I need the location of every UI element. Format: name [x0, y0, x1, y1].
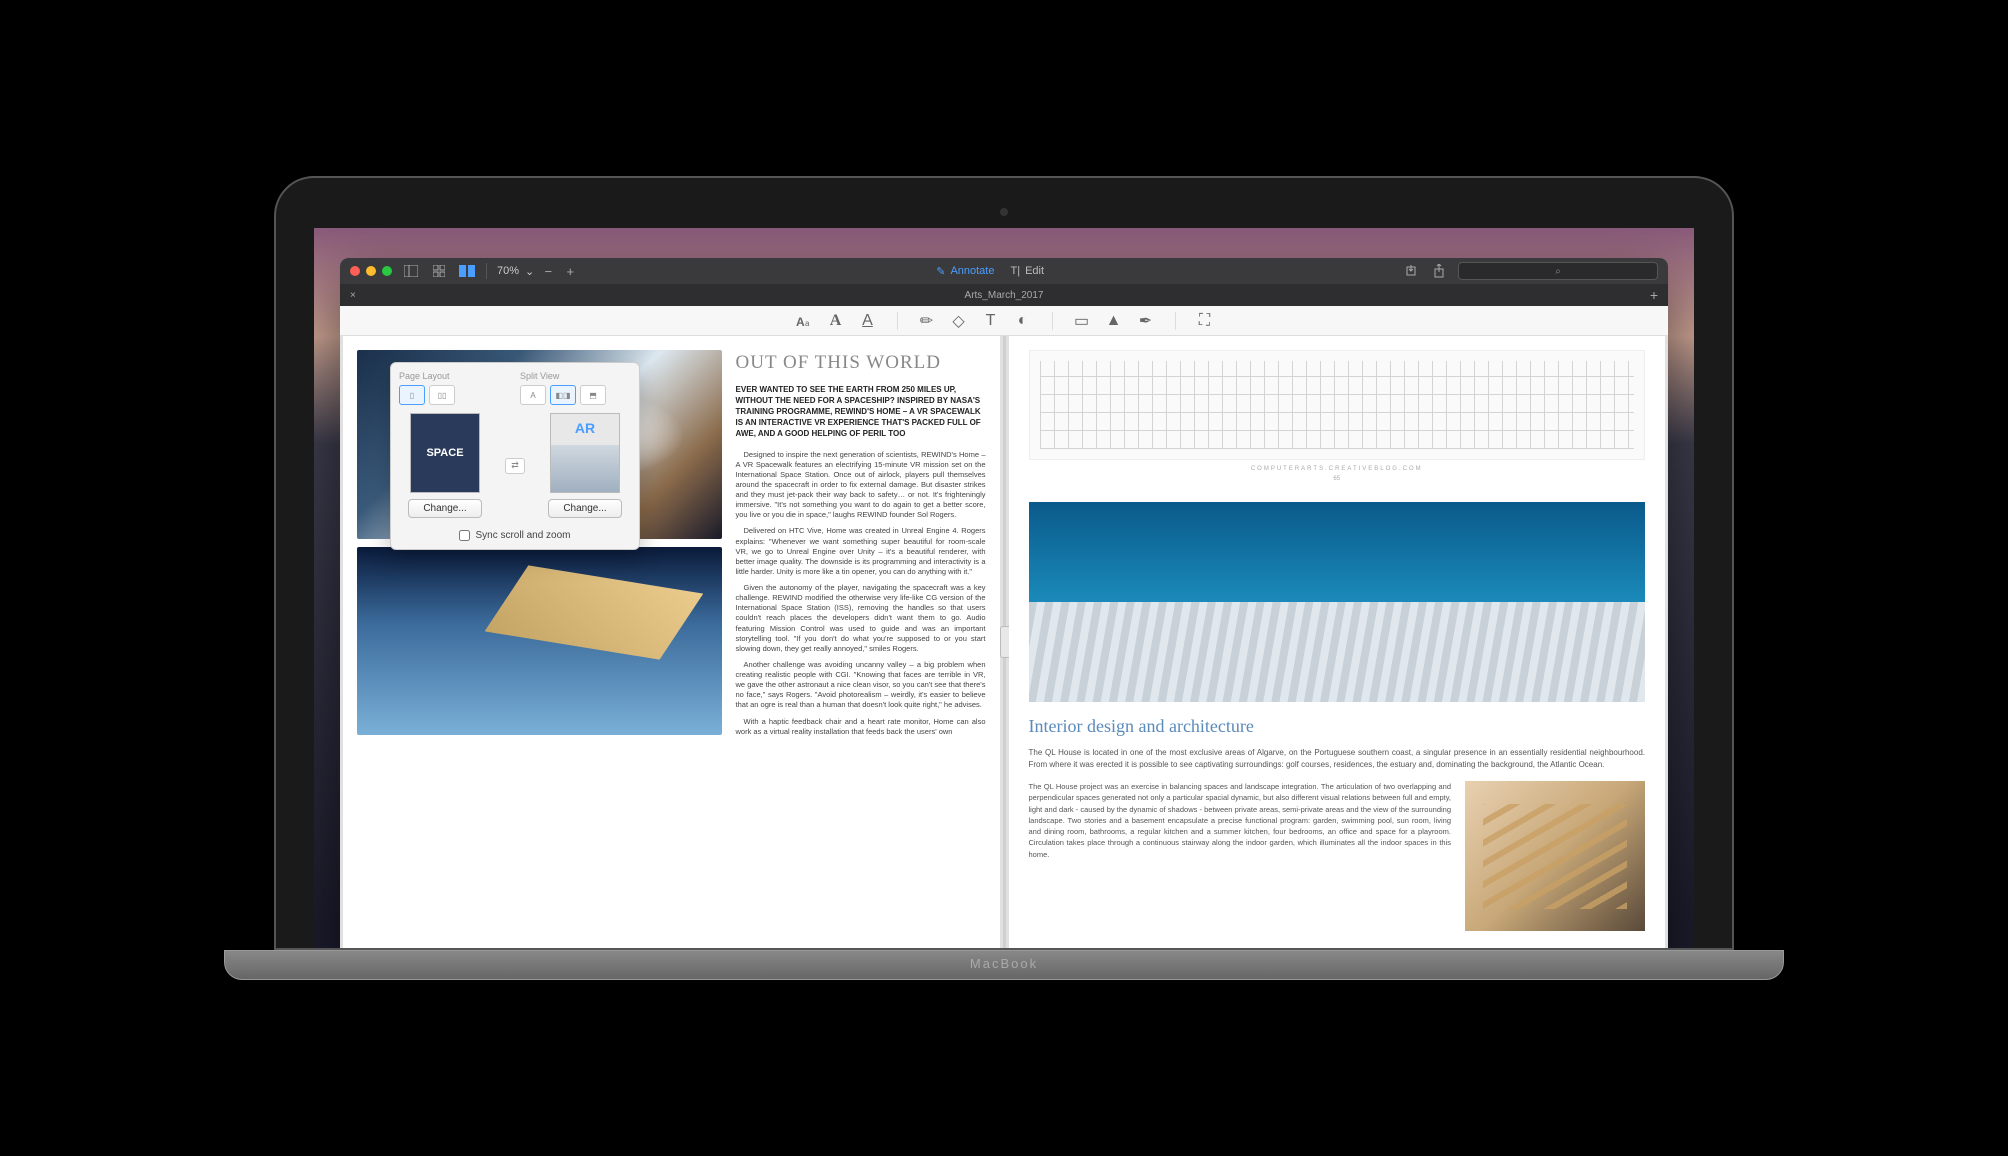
split-view-icon[interactable] — [458, 264, 476, 278]
sync-checkbox-input[interactable] — [459, 530, 470, 541]
text-tool-icon[interactable]: T — [982, 312, 1000, 330]
stamp-tool-icon[interactable]: ▲ — [1105, 312, 1123, 330]
close-window-button[interactable] — [350, 266, 360, 276]
article-lead: EVER WANTED TO SEE THE EARTH FROM 250 MI… — [736, 384, 986, 440]
double-page-layout-button[interactable]: ▯▯ — [429, 385, 455, 405]
article-body: Designed to inspire the next generation … — [736, 450, 986, 737]
grid-view-icon[interactable] — [430, 264, 448, 278]
font-underline-icon[interactable]: A — [859, 312, 877, 330]
desktop-wallpaper: 70% ⌄ − + ✎ Annotate T| Edit ⌕ × Arts_Ma… — [314, 228, 1694, 948]
screen-bezel: 70% ⌄ − + ✎ Annotate T| Edit ⌕ × Arts_Ma… — [274, 176, 1734, 950]
right-document-pane[interactable]: COMPUTERARTS.CREATIVEBLOG.COM 65 Interio… — [1009, 336, 1666, 948]
staircase-interior-image — [1465, 781, 1645, 931]
share-icon[interactable] — [1430, 264, 1448, 278]
svg-text:A: A — [796, 315, 805, 328]
separator — [1052, 312, 1053, 330]
font-serif-icon[interactable]: A — [827, 312, 845, 330]
laptop-frame: 70% ⌄ − + ✎ Annotate T| Edit ⌕ × Arts_Ma… — [274, 176, 1734, 980]
pencil-tool-icon[interactable]: ✏ — [918, 312, 936, 330]
separator — [897, 312, 898, 330]
change-left-doc-button[interactable]: Change... — [408, 499, 481, 518]
paragraph: Given the autonomy of the player, naviga… — [736, 583, 986, 654]
brush-tool-icon[interactable]: ✒ — [1137, 312, 1155, 330]
paragraph: Another challenge was avoiding uncanny v… — [736, 660, 986, 711]
split-view-popover: Page Layout ▯ ▯▯ Split View A ◧◨ ⬒ SPACE… — [390, 362, 640, 550]
selection-tool-icon[interactable]: ⛶ — [1196, 312, 1214, 330]
document-viewport: OUT OF THIS WORLD EVER WANTED TO SEE THE… — [340, 336, 1668, 948]
app-window: 70% ⌄ − + ✎ Annotate T| Edit ⌕ × Arts_Ma… — [340, 258, 1668, 948]
zoom-dropdown-icon[interactable]: ⌄ — [525, 265, 534, 278]
right-doc-thumbnail[interactable]: AR — [550, 413, 620, 493]
minimize-window-button[interactable] — [366, 266, 376, 276]
tab-bar: × Arts_March_2017 + — [340, 284, 1668, 306]
eraser-tool-icon[interactable]: ◇ — [950, 312, 968, 330]
separator — [1175, 312, 1176, 330]
article-intro: The QL House is located in one of the mo… — [1029, 747, 1646, 771]
architecture-hero-image — [1029, 502, 1646, 702]
search-input[interactable]: ⌕ — [1458, 262, 1658, 280]
note-tool-icon[interactable]: ▭ — [1073, 312, 1091, 330]
change-right-doc-button[interactable]: Change... — [548, 499, 621, 518]
split-vertical-button[interactable]: ⬒ — [580, 385, 606, 405]
svg-text:a: a — [805, 319, 810, 328]
close-tab-button[interactable]: × — [340, 290, 366, 301]
separator — [486, 263, 487, 279]
new-tab-button[interactable]: + — [1640, 287, 1668, 303]
edit-label: Edit — [1025, 265, 1044, 277]
article-column: The QL House project was an exercise in … — [1029, 781, 1452, 931]
single-page-layout-button[interactable]: ▯ — [399, 385, 425, 405]
architecture-elevation-image — [1029, 350, 1646, 460]
zoom-out-button[interactable]: − — [540, 263, 556, 279]
paragraph: With a haptic feedback chair and a heart… — [736, 717, 986, 737]
traffic-lights — [350, 266, 392, 276]
fullscreen-window-button[interactable] — [382, 266, 392, 276]
page-number: 65 — [1029, 476, 1646, 482]
sync-scroll-checkbox[interactable]: Sync scroll and zoom — [399, 526, 631, 541]
pencil-icon: ✎ — [936, 265, 945, 278]
pane-resize-handle[interactable] — [1003, 336, 1006, 948]
tab-title[interactable]: Arts_March_2017 — [965, 290, 1044, 301]
mode-switcher: ✎ Annotate T| Edit — [936, 265, 1044, 278]
text-cursor-icon: T| — [1010, 265, 1020, 277]
sidebar-toggle-icon[interactable] — [402, 264, 420, 278]
article-headline: Interior design and architecture — [1029, 716, 1646, 737]
import-icon[interactable] — [1402, 264, 1420, 278]
annotation-toolbar: Aa A A ✏ ◇ T ◐ ▭ ▲ ✒ ⛶ — [340, 306, 1668, 336]
left-doc-thumbnail[interactable]: SPACE — [410, 413, 480, 493]
font-style-icon[interactable]: Aa — [795, 312, 813, 330]
satellite-earth-image — [357, 547, 722, 736]
laptop-base: MacBook — [224, 950, 1784, 980]
edit-mode-button[interactable]: T| Edit — [1010, 265, 1044, 278]
zoom-value[interactable]: 70% — [497, 265, 519, 277]
annotate-mode-button[interactable]: ✎ Annotate — [936, 265, 994, 278]
swap-documents-button[interactable]: ⇄ — [505, 458, 525, 474]
article-headline: OUT OF THIS WORLD — [736, 350, 986, 376]
footer-site-label: COMPUTERARTS.CREATIVEBLOG.COM — [1029, 466, 1646, 472]
page-layout-label: Page Layout — [399, 371, 510, 381]
webcam — [1000, 208, 1008, 216]
paragraph: Delivered on HTC Vive, Home was created … — [736, 526, 986, 577]
titlebar: 70% ⌄ − + ✎ Annotate T| Edit ⌕ — [340, 258, 1668, 284]
zoom-control: 70% ⌄ − + — [497, 263, 578, 279]
sync-label: Sync scroll and zoom — [475, 530, 570, 541]
zoom-in-button[interactable]: + — [562, 263, 578, 279]
split-none-button[interactable]: A — [520, 385, 546, 405]
search-icon: ⌕ — [1555, 266, 1561, 277]
annotate-label: Annotate — [950, 265, 994, 277]
split-horizontal-button[interactable]: ◧◨ — [550, 385, 576, 405]
split-view-label: Split View — [520, 371, 631, 381]
shape-tool-icon[interactable]: ◐ — [1014, 312, 1032, 330]
paragraph: Designed to inspire the next generation … — [736, 450, 986, 521]
